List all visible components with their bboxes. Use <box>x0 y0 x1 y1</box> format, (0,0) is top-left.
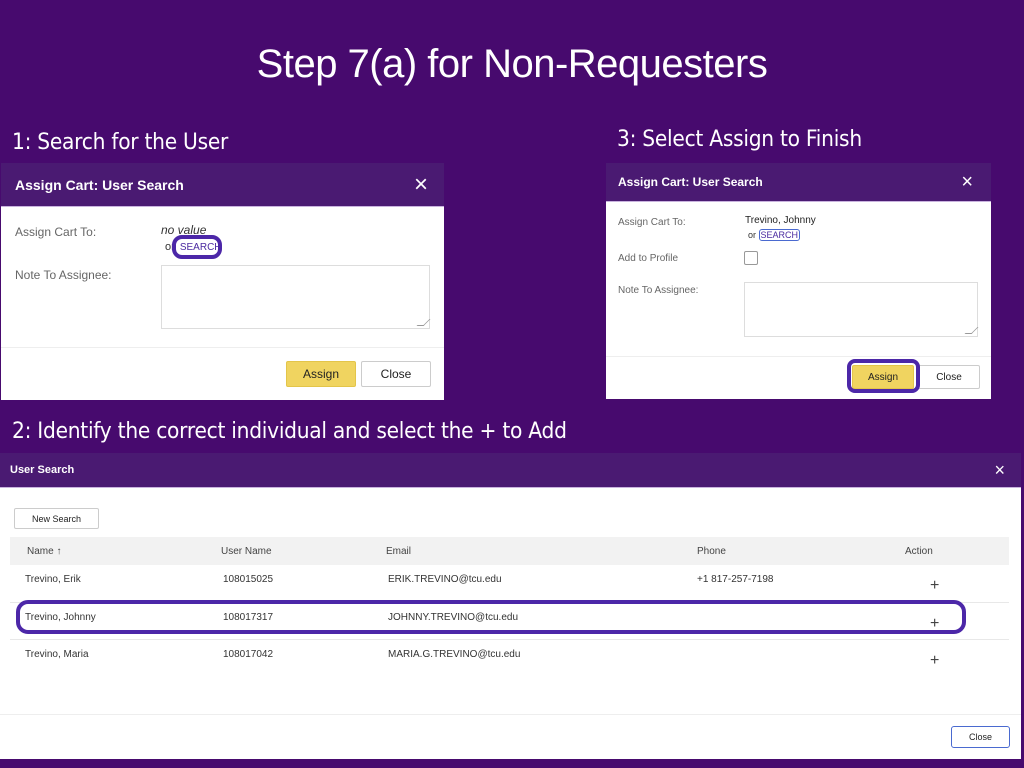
assign-to-label: Assign Cart To: <box>618 217 686 228</box>
dialog-title: Assign Cart: User Search <box>618 175 763 189</box>
table-row: Trevino, Johnny 108017317 JOHNNY.TREVINO… <box>10 602 1009 640</box>
or-text: or <box>748 230 757 240</box>
or-search-row: or SEARCH <box>165 241 224 253</box>
add-user-icon[interactable]: + <box>930 577 939 595</box>
cell-email: ERIK.TREVINO@tcu.edu <box>375 565 686 603</box>
cell-username: 108017042 <box>223 648 274 660</box>
assign-button[interactable]: Assign <box>286 361 356 387</box>
user-results-table: Name ↑ User Name Email Phone Action Trev… <box>10 537 1009 676</box>
column-header-username[interactable]: User Name <box>210 537 375 565</box>
add-user-icon[interactable]: + <box>930 652 939 670</box>
assign-button[interactable]: Assign <box>852 365 914 389</box>
slide-title: Step 7(a) for Non-Requesters <box>256 42 768 86</box>
assign-cart-dialog-step1: Assign Cart: User Search × Assign Cart T… <box>1 163 444 400</box>
note-label: Note To Assignee: <box>15 268 112 282</box>
column-header-email[interactable]: Email <box>375 537 686 565</box>
cell-phone <box>686 639 894 676</box>
assign-cart-dialog-step3: Assign Cart: User Search × Assign Cart T… <box>606 163 991 399</box>
cell-name: Trevino, Erik <box>10 565 210 603</box>
note-textarea[interactable] <box>161 265 430 329</box>
add-profile-label: Add to Profile <box>618 253 679 264</box>
footer-divider <box>0 714 1021 715</box>
note-label: Note To Assignee: <box>618 285 699 296</box>
cell-username: 108015025 <box>210 565 375 603</box>
column-header-action: Action <box>894 537 1009 565</box>
footer-divider <box>606 356 991 357</box>
add-user-icon[interactable]: + <box>930 615 939 633</box>
dialog-header: Assign Cart: User Search × <box>606 163 991 202</box>
add-profile-checkbox[interactable] <box>744 251 758 265</box>
note-textarea[interactable] <box>744 282 978 337</box>
close-icon[interactable]: × <box>414 172 428 197</box>
dialog-title: User Search <box>10 464 75 476</box>
user-search-dialog: User Search × New Search Name ↑ User Nam… <box>0 453 1021 759</box>
table-row: Trevino, Erik 108015025 ERIK.TREVINO@tcu… <box>10 565 1009 603</box>
cell-phone <box>686 602 894 640</box>
table-header-row: Name ↑ User Name Email Phone Action <box>10 537 1009 565</box>
step-3-label: 3: Select Assign to Finish <box>617 127 862 152</box>
cell-email: JOHNNY.TREVINO@tcu.edu <box>375 602 686 640</box>
search-link[interactable]: SEARCH <box>178 241 224 254</box>
assign-to-label: Assign Cart To: <box>15 225 97 239</box>
cell-name: Trevino, Johnny <box>10 602 210 640</box>
close-button[interactable]: Close <box>361 361 431 387</box>
search-link[interactable]: SEARCH <box>758 229 801 241</box>
close-button[interactable]: Close <box>918 365 980 389</box>
cell-email: MARIA.G.TREVINO@tcu.edu <box>388 648 521 660</box>
dialog-title: Assign Cart: User Search <box>15 176 184 193</box>
dialog-header: User Search × <box>0 453 1021 488</box>
footer-divider <box>1 347 444 348</box>
or-search-row: or SEARCH <box>748 229 801 241</box>
assign-to-value: Trevino, Johnny <box>745 215 816 226</box>
step-1-label: 1: Search for the User <box>12 130 229 155</box>
cell-name: Trevino, Maria <box>25 648 89 660</box>
new-search-button[interactable]: New Search <box>14 508 99 529</box>
cell-username: 108017317 <box>210 602 375 640</box>
close-icon[interactable]: × <box>961 172 973 192</box>
column-header-phone: Phone <box>686 537 894 565</box>
close-icon[interactable]: × <box>994 461 1005 479</box>
assign-to-value: no value <box>161 223 207 237</box>
close-button[interactable]: Close <box>951 726 1010 748</box>
step-2-label: 2: Identify the correct individual and s… <box>12 419 567 444</box>
or-text: or <box>165 241 175 253</box>
column-header-name[interactable]: Name ↑ <box>10 537 210 565</box>
table-row: Trevino, Maria 108017042 MARIA.G.TREVINO… <box>10 639 1009 676</box>
cell-phone: +1 817-257-7198 <box>686 565 894 603</box>
dialog-header: Assign Cart: User Search × <box>1 163 444 207</box>
